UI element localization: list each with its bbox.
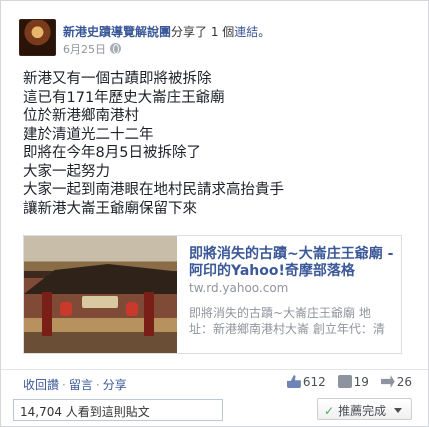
author-line: 新港史蹟導覽解說團分享了 1 個連結。: [63, 23, 270, 40]
separator: ·: [62, 378, 66, 392]
link-title[interactable]: 即將消失的古蹟~大崙庄王爺廟 - 阿印的Yahoo!奇摩部落格: [189, 246, 395, 280]
unlike-link[interactable]: 收回讚: [23, 378, 59, 392]
comments-count: 19: [353, 375, 369, 389]
comments-stat[interactable]: 19: [337, 375, 369, 389]
separator: ·: [95, 378, 100, 392]
lantern-shape: [126, 302, 138, 316]
action-text: 分享了 1 個: [171, 25, 235, 39]
comment-link[interactable]: 留言: [69, 378, 93, 392]
chevron-down-icon: [394, 408, 403, 413]
author-name[interactable]: 新港史蹟導覽解說團: [63, 25, 171, 39]
post-line: 大家一起到南港眼在地村民請求高抬貴手: [23, 182, 284, 198]
bottom-bar: 14,704 人看到這則貼文 ✓ 推薦完成: [1, 397, 428, 427]
post-card: 新港史蹟導覽解說團分享了 1 個連結。 6月25日 新港又有一個古蹟即將被拆除 …: [0, 0, 429, 427]
share-icon: [380, 375, 395, 388]
recommend-done-label: 推薦完成: [338, 404, 387, 418]
seen-count-box[interactable]: 14,704 人看到這則貼文: [13, 399, 223, 421]
lantern-shape: [60, 302, 72, 316]
likes-count: 612: [302, 375, 326, 389]
temple-pillar: [144, 292, 154, 336]
link-preview[interactable]: 即將消失的古蹟~大崙庄王爺廟 - 阿印的Yahoo!奇摩部落格 tw.rd.ya…: [23, 235, 402, 354]
likes-stat[interactable]: 612: [286, 375, 326, 389]
check-icon: ✓: [324, 404, 335, 418]
thumbs-up-icon: [286, 375, 301, 388]
post-body: 新港又有一個古蹟即將被拆除 這已有171年歷史大崙庄王爺廟 位於新港鄉南港村 建…: [23, 70, 413, 218]
action-suffix: 。: [258, 25, 271, 39]
link-word[interactable]: 連結: [234, 25, 258, 39]
comment-icon: [337, 375, 352, 388]
post-line: 大家一起努力: [23, 163, 110, 180]
post-line: 建於清道光二十二年: [23, 126, 154, 143]
temple-roof-shape: [24, 264, 177, 294]
post-actions: 收回讚 · 留言 · 分享: [23, 376, 127, 393]
shares-count: 26: [396, 375, 412, 389]
temple-pillar: [42, 292, 52, 336]
link-info: 即將消失的古蹟~大崙庄王爺廟 - 阿印的Yahoo!奇摩部落格 tw.rd.ya…: [189, 246, 395, 337]
globe-icon: [110, 43, 121, 54]
post-header: 新港史蹟導覽解說團分享了 1 個連結。 6月25日: [19, 19, 419, 59]
post-line: 讓新港大崙王爺廟保留下來: [23, 200, 197, 217]
temple-plaque-shape: [82, 296, 118, 308]
post-line: 這已有171年歷史大崙庄王爺廟: [23, 89, 225, 106]
post-stats: 612 19 26: [279, 375, 412, 389]
share-link[interactable]: 分享: [103, 378, 127, 392]
link-description: 即將消失的古蹟~大崙庄王爺廟 地 址：新港鄉南港村大崙 創立年代：清: [189, 306, 385, 336]
date-line: 6月25日: [63, 41, 121, 57]
actions-bar: 收回讚 · 留言 · 分享 612 19 26: [1, 369, 428, 397]
post-date[interactable]: 6月25日: [63, 43, 106, 56]
post-line: 即將在今年8月5日被拆除了: [23, 145, 201, 161]
post-line: 新港又有一個古蹟即將被拆除: [23, 71, 212, 87]
temple-thumbnail[interactable]: [24, 236, 177, 353]
link-domain: tw.rd.yahoo.com: [189, 281, 289, 295]
recommend-done-button[interactable]: ✓ 推薦完成: [317, 398, 412, 420]
post-line: 位於新港鄉南港村: [23, 108, 139, 124]
page-avatar[interactable]: [19, 19, 56, 56]
shares-stat[interactable]: 26: [380, 375, 412, 389]
